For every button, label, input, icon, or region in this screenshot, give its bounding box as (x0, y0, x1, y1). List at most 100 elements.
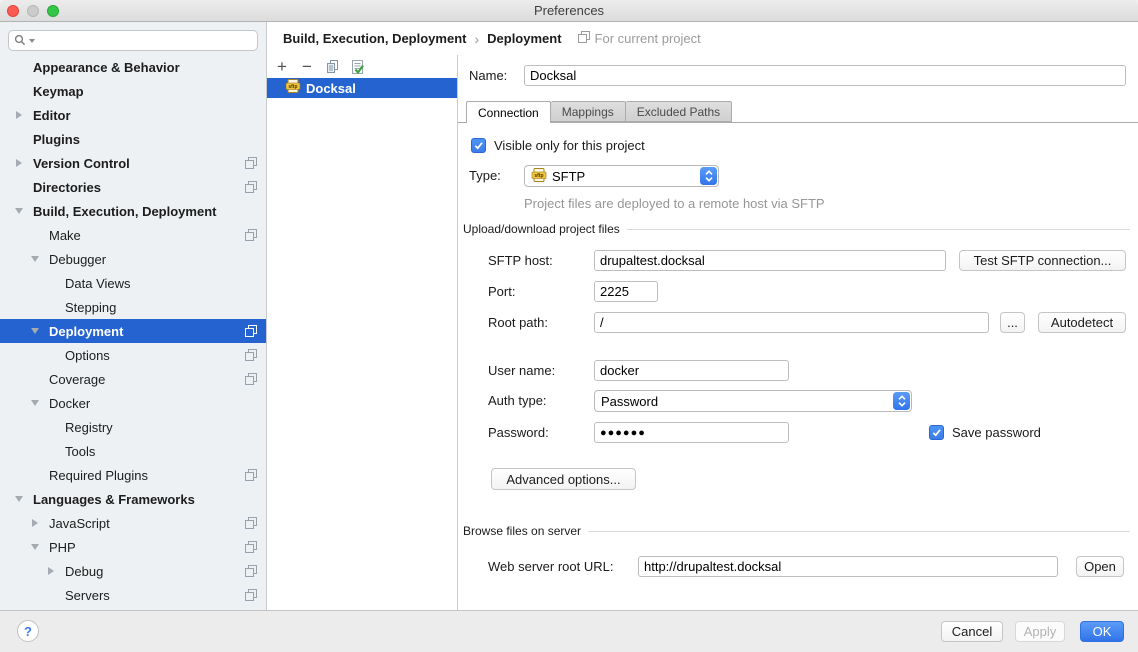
port-input[interactable] (594, 281, 658, 302)
chevron-expanded-icon[interactable] (14, 208, 24, 214)
chevron-expanded-icon[interactable] (30, 544, 40, 550)
sidebar-item-javascript[interactable]: JavaScript (0, 511, 266, 535)
header-strip: Build, Execution, Deployment › Deploymen… (267, 22, 1138, 55)
sidebar-item-label: Data Views (65, 276, 131, 291)
sidebar-item-docker[interactable]: Docker (0, 391, 266, 415)
select-stepper-icon (700, 167, 717, 185)
sftp-host-label: SFTP host: (488, 250, 553, 271)
password-input[interactable] (594, 422, 789, 443)
sidebar-item-label: Build, Execution, Deployment (33, 204, 216, 219)
sidebar-item-registry[interactable]: Registry (0, 415, 266, 439)
footer-bar: ? Cancel Apply OK (0, 610, 1138, 652)
sidebar-item-debugger[interactable]: Debugger (0, 247, 266, 271)
port-label: Port: (488, 281, 515, 302)
copy-button[interactable] (324, 59, 340, 75)
advanced-options-button[interactable]: Advanced options... (491, 468, 636, 490)
settings-search-input[interactable] (36, 32, 252, 49)
close-button[interactable] (7, 5, 19, 17)
sidebar-item-label: Directories (33, 180, 101, 195)
add-button[interactable]: + (274, 59, 290, 75)
sidebar-item-make[interactable]: Make (0, 223, 266, 247)
open-url-button[interactable]: Open (1076, 556, 1124, 577)
use-as-default-button[interactable] (349, 59, 365, 75)
per-project-settings-icon (245, 589, 257, 601)
tab-bar: ConnectionMappingsExcluded Paths (466, 101, 732, 123)
chevron-expanded-icon[interactable] (14, 496, 24, 502)
save-password-label: Save password (952, 425, 1041, 440)
type-help-text: Project files are deployed to a remote h… (524, 196, 825, 211)
deployment-form: Name: ConnectionMappingsExcluded Paths V… (457, 55, 1138, 610)
root-path-browse-button[interactable]: ... (1000, 312, 1025, 333)
sidebar-item-label: Required Plugins (49, 468, 148, 483)
sidebar-item-editor[interactable]: Editor (0, 103, 266, 127)
sidebar-item-stepping[interactable]: Stepping (0, 295, 266, 319)
user-name-input[interactable] (594, 360, 789, 381)
visible-only-checkbox-row[interactable]: Visible only for this project (471, 138, 645, 153)
settings-search-box[interactable] (8, 30, 258, 51)
per-project-settings-icon (245, 181, 257, 193)
sidebar-item-version-control[interactable]: Version Control (0, 151, 266, 175)
sidebar-item-deployment[interactable]: Deployment (0, 319, 266, 343)
sidebar-item-required-plugins[interactable]: Required Plugins (0, 463, 266, 487)
minimize-button[interactable] (27, 5, 39, 17)
sidebar-item-plugins[interactable]: Plugins (0, 127, 266, 151)
breadcrumb-parent[interactable]: Build, Execution, Deployment (283, 31, 466, 46)
auth-type-select[interactable]: Password (594, 390, 912, 412)
auth-type-label: Auth type: (488, 390, 547, 411)
tab-excluded-paths[interactable]: Excluded Paths (626, 101, 732, 122)
sidebar-item-data-views[interactable]: Data Views (0, 271, 266, 295)
sftp-host-input[interactable] (594, 250, 946, 271)
server-item-docksal[interactable]: sftp Docksal (267, 78, 457, 98)
tab-mappings[interactable]: Mappings (551, 101, 626, 122)
type-label: Type: (469, 165, 501, 186)
ok-button[interactable]: OK (1080, 621, 1124, 642)
sidebar-item-build-execution-deployment[interactable]: Build, Execution, Deployment (0, 199, 266, 223)
sidebar-item-debug[interactable]: Debug (0, 559, 266, 583)
svg-text:sftp: sftp (288, 84, 297, 90)
autodetect-button[interactable]: Autodetect (1038, 312, 1126, 333)
remove-button[interactable]: − (299, 59, 315, 75)
chevron-collapsed-icon[interactable] (14, 159, 24, 167)
sidebar-item-php[interactable]: PHP (0, 535, 266, 559)
sidebar-item-label: Keymap (33, 84, 84, 99)
chevron-collapsed-icon[interactable] (14, 111, 24, 119)
chevron-collapsed-icon[interactable] (30, 519, 40, 527)
type-select[interactable]: sftp SFTP (524, 165, 719, 187)
zoom-button[interactable] (47, 5, 59, 17)
chevron-expanded-icon[interactable] (30, 328, 40, 334)
save-password-checkbox-row[interactable]: Save password (929, 425, 1041, 440)
sidebar-item-label: Appearance & Behavior (33, 60, 180, 75)
chevron-expanded-icon[interactable] (30, 400, 40, 406)
sidebar-item-tools[interactable]: Tools (0, 439, 266, 463)
help-button[interactable]: ? (17, 620, 39, 642)
sftp-icon: sftp (531, 167, 547, 186)
titlebar: Preferences (0, 0, 1138, 22)
apply-button[interactable]: Apply (1015, 621, 1065, 642)
sidebar-item-label: PHP (49, 540, 76, 555)
sidebar-item-coverage[interactable]: Coverage (0, 367, 266, 391)
web-server-root-url-input[interactable] (638, 556, 1058, 577)
sidebar-item-keymap[interactable]: Keymap (0, 79, 266, 103)
sidebar-item-languages-frameworks[interactable]: Languages & Frameworks (0, 487, 266, 511)
tab-connection[interactable]: Connection (466, 101, 551, 123)
sidebar-item-directories[interactable]: Directories (0, 175, 266, 199)
server-list-panel: +− sftp Docksal (267, 55, 457, 610)
root-path-input[interactable] (594, 312, 989, 333)
sidebar-item-label: Registry (65, 420, 113, 435)
search-options-caret-icon[interactable] (29, 39, 35, 43)
breadcrumb-separator-icon: › (474, 31, 479, 47)
name-input[interactable] (524, 65, 1126, 86)
cancel-button[interactable]: Cancel (941, 621, 1003, 642)
per-project-settings-icon (245, 565, 257, 577)
sidebar-item-servers[interactable]: Servers (0, 583, 266, 607)
chevron-expanded-icon[interactable] (30, 256, 40, 262)
save-password-checkbox[interactable] (929, 425, 944, 440)
visible-only-checkbox[interactable] (471, 138, 486, 153)
checkmark-icon (931, 427, 942, 438)
chevron-collapsed-icon[interactable] (46, 567, 56, 575)
sidebar-item-appearance-behavior[interactable]: Appearance & Behavior (0, 55, 266, 79)
test-sftp-connection-button[interactable]: Test SFTP connection... (959, 250, 1126, 271)
sidebar-item-options[interactable]: Options (0, 343, 266, 367)
auth-type-select-value: Password (601, 394, 658, 409)
web-server-root-url-label: Web server root URL: (488, 556, 613, 577)
